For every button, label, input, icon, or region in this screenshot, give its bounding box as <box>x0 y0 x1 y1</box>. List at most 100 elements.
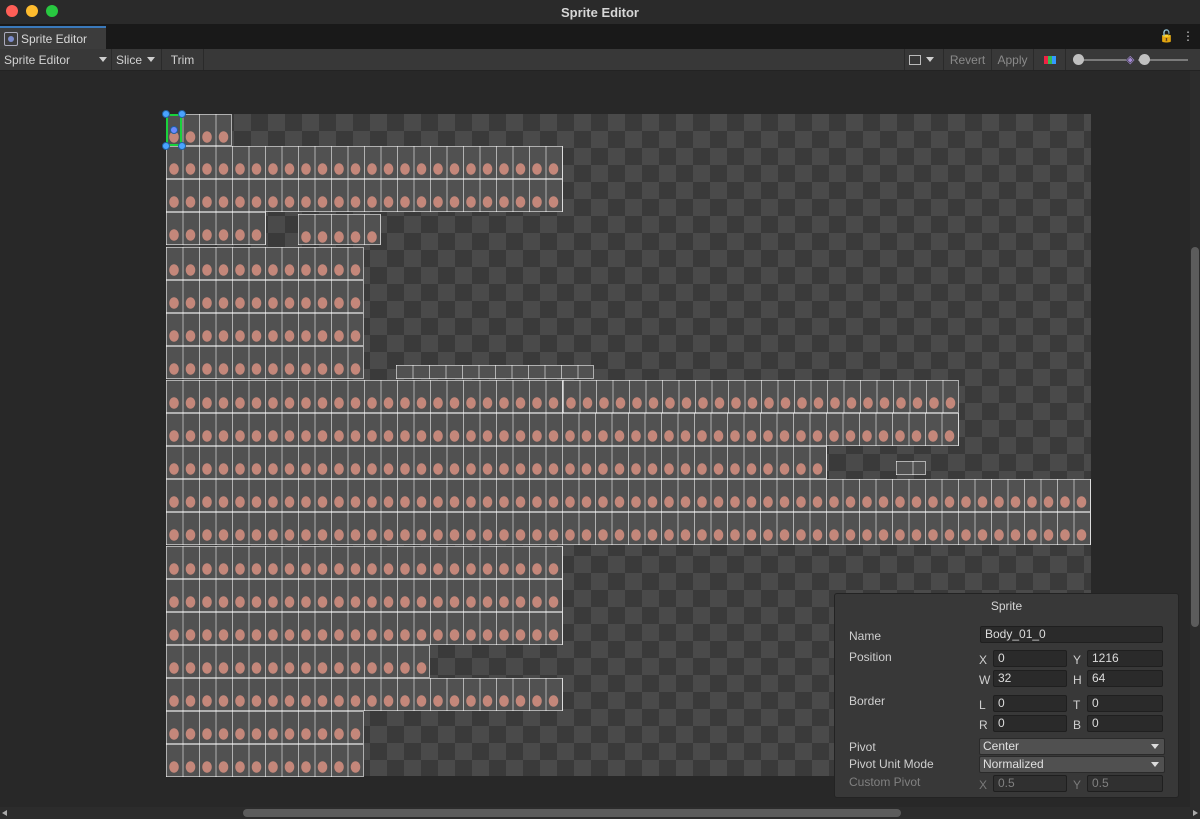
custom-pivot-y-label: Y <box>1073 778 1082 792</box>
height-field[interactable]: 64 <box>1087 670 1163 687</box>
chevron-down-icon <box>1151 744 1159 749</box>
x-label: X <box>979 653 988 667</box>
chevron-down-icon <box>99 57 107 62</box>
horizontal-scroll-thumb[interactable] <box>243 809 901 817</box>
sprite-row[interactable] <box>166 711 364 744</box>
tab-label: Sprite Editor <box>21 31 88 46</box>
sprite-row[interactable] <box>166 212 266 245</box>
pivot-handle[interactable] <box>170 126 178 134</box>
sprite-inspector-panel: Sprite Name Body_01_0 Position X 0 Y 121… <box>834 593 1179 798</box>
resize-handle[interactable] <box>162 110 170 118</box>
panel-title: Sprite <box>990 599 1023 613</box>
resize-handle[interactable] <box>178 110 186 118</box>
border-top-field[interactable]: 0 <box>1087 695 1163 712</box>
scroll-left-icon[interactable] <box>2 810 7 816</box>
position-label: Position <box>849 650 892 664</box>
sprite-mode-dropdown[interactable] <box>904 49 944 70</box>
tab-sprite-editor[interactable]: Sprite Editor <box>0 26 106 49</box>
sprite-row[interactable] <box>563 380 959 413</box>
sprite-row[interactable] <box>166 479 1091 512</box>
sprite-row[interactable] <box>396 365 594 379</box>
close-window-button[interactable] <box>6 5 18 17</box>
sprite-row[interactable] <box>166 413 959 446</box>
border-left-field[interactable]: 0 <box>993 695 1067 712</box>
l-label: L <box>979 698 986 712</box>
custom-pivot-label: Custom Pivot <box>849 775 921 789</box>
name-label: Name <box>849 629 882 643</box>
pivot-unit-mode-label: Pivot Unit Mode <box>849 757 934 771</box>
mip-icon: ◈ <box>1126 54 1135 66</box>
rgb-icon <box>1043 55 1056 64</box>
position-y-field[interactable]: 1216 <box>1087 650 1163 667</box>
w-label: W <box>979 673 991 687</box>
apply-label: Apply <box>997 52 1028 67</box>
b-label: B <box>1073 718 1082 732</box>
sprite-row[interactable] <box>166 146 563 179</box>
pivot-unit-mode-dropdown[interactable]: Normalized <box>979 756 1165 773</box>
revert-label: Revert <box>949 52 986 67</box>
sprite-row[interactable] <box>298 214 381 245</box>
position-x-field[interactable]: 0 <box>993 650 1067 667</box>
sprite-row[interactable] <box>166 280 364 313</box>
pivot-label: Pivot <box>849 740 876 754</box>
color-channel-toggle[interactable] <box>1034 49 1066 70</box>
custom-pivot-y-field: 0.5 <box>1087 775 1163 792</box>
border-label: Border <box>849 694 886 708</box>
sprite-row[interactable] <box>166 579 563 612</box>
zoom-slider-handle[interactable] <box>1073 54 1084 65</box>
pivot-dropdown[interactable]: Center <box>979 738 1165 755</box>
resize-handle[interactable] <box>178 142 186 150</box>
sprite-row[interactable] <box>166 678 563 711</box>
trim-button[interactable]: Trim <box>162 49 204 70</box>
chevron-down-icon <box>1151 762 1159 767</box>
sprite-mode-icon <box>909 54 921 65</box>
chevron-down-icon <box>926 57 934 62</box>
revert-button[interactable]: Revert <box>944 49 992 70</box>
sprite-row[interactable] <box>166 346 364 379</box>
h-label: H <box>1073 673 1082 687</box>
horizontal-scrollbar[interactable] <box>0 807 1200 819</box>
apply-button[interactable]: Apply <box>992 49 1034 70</box>
custom-pivot-x-field: 0.5 <box>993 775 1067 792</box>
vertical-scroll-thumb[interactable] <box>1191 247 1199 627</box>
border-bottom-field[interactable]: 0 <box>1087 715 1163 732</box>
pivot-value: Center <box>983 739 1020 753</box>
sprite-row[interactable] <box>166 247 364 280</box>
mip-slider-handle[interactable] <box>1139 54 1150 65</box>
lock-icon[interactable]: 🔓 <box>1159 29 1174 43</box>
sprite-row[interactable] <box>896 461 926 475</box>
sprite-row[interactable] <box>166 446 827 479</box>
sprite-row[interactable] <box>166 744 364 777</box>
custom-pivot-x-label: X <box>979 778 988 792</box>
minimize-window-button[interactable] <box>26 5 38 17</box>
r-label: R <box>979 718 988 732</box>
zoom-window-button[interactable] <box>46 5 58 17</box>
mode-label: Sprite Editor <box>4 52 71 67</box>
window-title: Sprite Editor <box>560 4 639 20</box>
slice-label: Slice <box>116 52 143 67</box>
title-bar: Sprite Editor <box>0 0 1200 24</box>
tab-strip: Sprite Editor 🔓 ⋮ <box>0 24 1200 49</box>
tab-tools: 🔓 ⋮ <box>1159 29 1194 43</box>
vertical-scrollbar[interactable] <box>1190 71 1200 807</box>
t-label: T <box>1073 698 1081 712</box>
pivot-unit-value: Normalized <box>983 757 1044 771</box>
toolbar: Sprite Editor Slice Trim Revert Apply ◈ <box>0 49 1200 71</box>
scroll-right-icon[interactable] <box>1193 810 1198 816</box>
sprite-row[interactable] <box>166 612 563 645</box>
border-right-field[interactable]: 0 <box>993 715 1067 732</box>
name-field[interactable]: Body_01_0 <box>980 626 1163 643</box>
sprite-editor-icon <box>4 31 18 46</box>
sprite-row[interactable] <box>166 645 430 678</box>
sprite-row[interactable] <box>166 313 364 346</box>
width-field[interactable]: 32 <box>993 670 1067 687</box>
slice-dropdown[interactable]: Slice <box>112 49 162 70</box>
sprite-row[interactable] <box>166 546 563 579</box>
sprite-row[interactable] <box>166 179 563 212</box>
more-options-icon[interactable]: ⋮ <box>1182 29 1194 43</box>
window-controls <box>6 5 58 17</box>
mode-dropdown[interactable]: Sprite Editor <box>0 49 112 70</box>
sprite-row[interactable] <box>166 380 563 413</box>
resize-handle[interactable] <box>162 142 170 150</box>
sprite-row[interactable] <box>166 512 1091 545</box>
